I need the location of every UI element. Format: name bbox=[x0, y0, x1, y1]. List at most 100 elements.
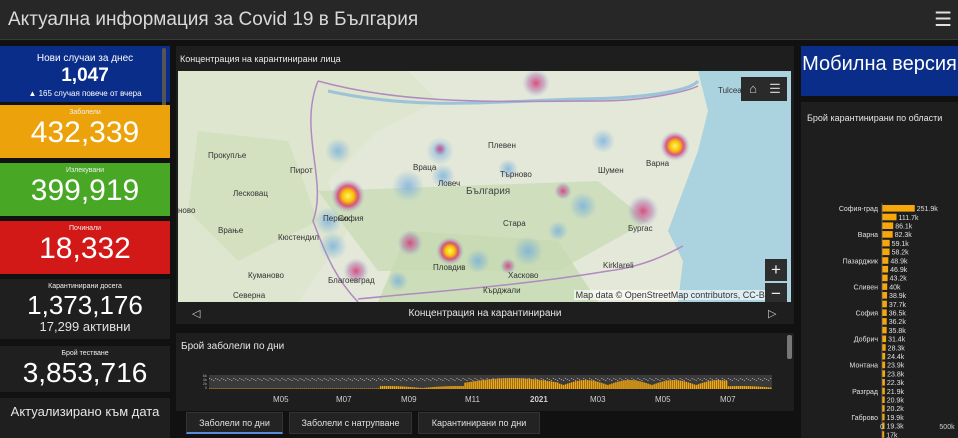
timeline-grey-mark bbox=[635, 380, 637, 381]
next-arrow-icon[interactable]: ▷ bbox=[768, 307, 776, 320]
timeline-bar bbox=[363, 388, 366, 389]
timeline-bar bbox=[317, 388, 320, 389]
timeline-grey-mark bbox=[255, 380, 257, 381]
timeline-grey-mark bbox=[727, 378, 729, 379]
map-attribution[interactable]: Map data © OpenStreetMap contributors, C… bbox=[573, 290, 787, 300]
region-bar[interactable] bbox=[882, 274, 888, 282]
timeline-bar bbox=[325, 388, 328, 389]
region-bar[interactable] bbox=[882, 222, 894, 229]
timeline-bar bbox=[560, 384, 563, 389]
home-icon[interactable]: ⌂ bbox=[743, 79, 763, 99]
timeline-bar bbox=[327, 388, 330, 389]
tab-daily-cases[interactable]: Заболели по дни bbox=[186, 412, 283, 434]
region-bar[interactable] bbox=[882, 387, 885, 395]
region-bar[interactable] bbox=[882, 396, 885, 403]
timeline-bar bbox=[739, 386, 742, 389]
timeline-grey-mark bbox=[223, 379, 225, 380]
timeline-bar bbox=[454, 386, 456, 389]
timeline-bar bbox=[309, 388, 312, 389]
timeline-grey-mark bbox=[522, 378, 524, 379]
region-bar[interactable] bbox=[882, 335, 887, 343]
region-category-label: Сливен bbox=[854, 284, 879, 291]
timeline-grey-mark bbox=[369, 380, 372, 381]
zoom-in-button[interactable]: + bbox=[765, 259, 787, 281]
timeline-grey-mark bbox=[418, 380, 420, 381]
region-bar[interactable] bbox=[882, 318, 887, 325]
region-bar[interactable] bbox=[882, 257, 889, 264]
timeline-bar bbox=[315, 388, 318, 389]
timeline-grey-mark bbox=[723, 379, 725, 380]
timeline-bar bbox=[745, 386, 748, 389]
map-label-pirot: Пирот bbox=[290, 166, 313, 175]
tab-cumulative-cases[interactable]: Заболели с натрупване bbox=[289, 412, 412, 434]
right-panel: Мобилна версия Брой карантинирани по обл… bbox=[801, 46, 958, 438]
timeline-bar bbox=[585, 380, 587, 389]
timeline-grey-mark bbox=[414, 378, 416, 379]
timeline-bar bbox=[420, 387, 422, 389]
timeline-grey-mark bbox=[289, 379, 291, 380]
timeline-bar bbox=[343, 388, 346, 389]
region-bar[interactable] bbox=[882, 248, 890, 256]
timeline-grey-mark bbox=[269, 378, 271, 379]
timeline-grey-mark bbox=[379, 379, 382, 380]
legend-list-icon[interactable]: ☰ bbox=[765, 79, 785, 99]
timeline-grey-mark bbox=[329, 378, 331, 379]
region-bar[interactable] bbox=[882, 326, 887, 334]
timeline-bar bbox=[271, 388, 273, 389]
timeline-grey-mark bbox=[729, 379, 731, 380]
timeline-bar bbox=[653, 384, 655, 389]
region-value-label: 48.9k bbox=[890, 258, 908, 265]
timeline-grey-mark bbox=[653, 380, 655, 381]
timeline-grey-mark bbox=[681, 379, 683, 380]
timeline-bar bbox=[709, 380, 712, 389]
timeline-grey-mark bbox=[267, 380, 269, 381]
timeline-grey-mark bbox=[410, 379, 412, 380]
region-bar[interactable] bbox=[882, 344, 886, 351]
region-bar[interactable] bbox=[882, 265, 889, 273]
region-bar[interactable] bbox=[882, 231, 893, 238]
tab-daily-quarantined[interactable]: Карантинирани по дни bbox=[418, 412, 540, 434]
region-bar[interactable] bbox=[882, 361, 886, 369]
mobile-version-button[interactable]: Мобилна версия bbox=[801, 46, 958, 96]
timeline-tick: M05 bbox=[273, 395, 289, 404]
timeline-grey-mark bbox=[755, 380, 758, 381]
timeline-grey-mark bbox=[737, 380, 740, 381]
timeline-grey-mark bbox=[709, 378, 711, 379]
timeline-grey-mark bbox=[430, 380, 432, 381]
timeline-bar bbox=[562, 384, 565, 389]
timeline-bar bbox=[685, 381, 688, 389]
timeline-grey-mark bbox=[713, 380, 715, 381]
timeline-chart[interactable]: 6k4k2k0 bbox=[176, 333, 794, 395]
region-bar[interactable] bbox=[882, 309, 887, 316]
timeline-grey-mark bbox=[367, 379, 370, 380]
timeline-grey-mark bbox=[655, 378, 657, 379]
timeline-bar bbox=[424, 387, 426, 389]
timeline-grey-mark bbox=[295, 379, 297, 380]
timeline-bar bbox=[498, 378, 501, 389]
timeline-bar bbox=[446, 386, 448, 389]
hamburger-icon[interactable]: ☰ bbox=[934, 7, 952, 32]
region-bar[interactable] bbox=[882, 292, 888, 299]
map-label-varna: Варна bbox=[646, 159, 670, 168]
region-bar[interactable] bbox=[882, 213, 897, 221]
quarantine-map[interactable]: България София Пловдив Бургас Враца Плев… bbox=[178, 71, 791, 302]
region-bar[interactable] bbox=[882, 352, 886, 360]
timeline-bar bbox=[550, 381, 553, 389]
timeline-grey-mark bbox=[677, 380, 679, 381]
timeline-grey-mark bbox=[291, 380, 293, 381]
timeline-grey-mark bbox=[422, 379, 424, 380]
timeline-grey-mark bbox=[402, 378, 404, 379]
left-scrollbar[interactable] bbox=[162, 48, 166, 108]
zoom-out-button[interactable]: − bbox=[765, 283, 787, 302]
timeline-bar bbox=[247, 388, 249, 389]
timeline-bar bbox=[241, 388, 243, 389]
region-bar[interactable] bbox=[882, 283, 888, 290]
timeline-bar bbox=[576, 380, 579, 389]
region-bar[interactable] bbox=[882, 239, 890, 247]
region-bar[interactable] bbox=[882, 370, 886, 377]
timeline-grey-mark bbox=[552, 378, 555, 379]
region-bar[interactable] bbox=[882, 205, 915, 212]
region-bar[interactable] bbox=[882, 300, 887, 308]
timeline-grey-mark bbox=[611, 380, 613, 381]
region-bar[interactable] bbox=[882, 379, 885, 386]
